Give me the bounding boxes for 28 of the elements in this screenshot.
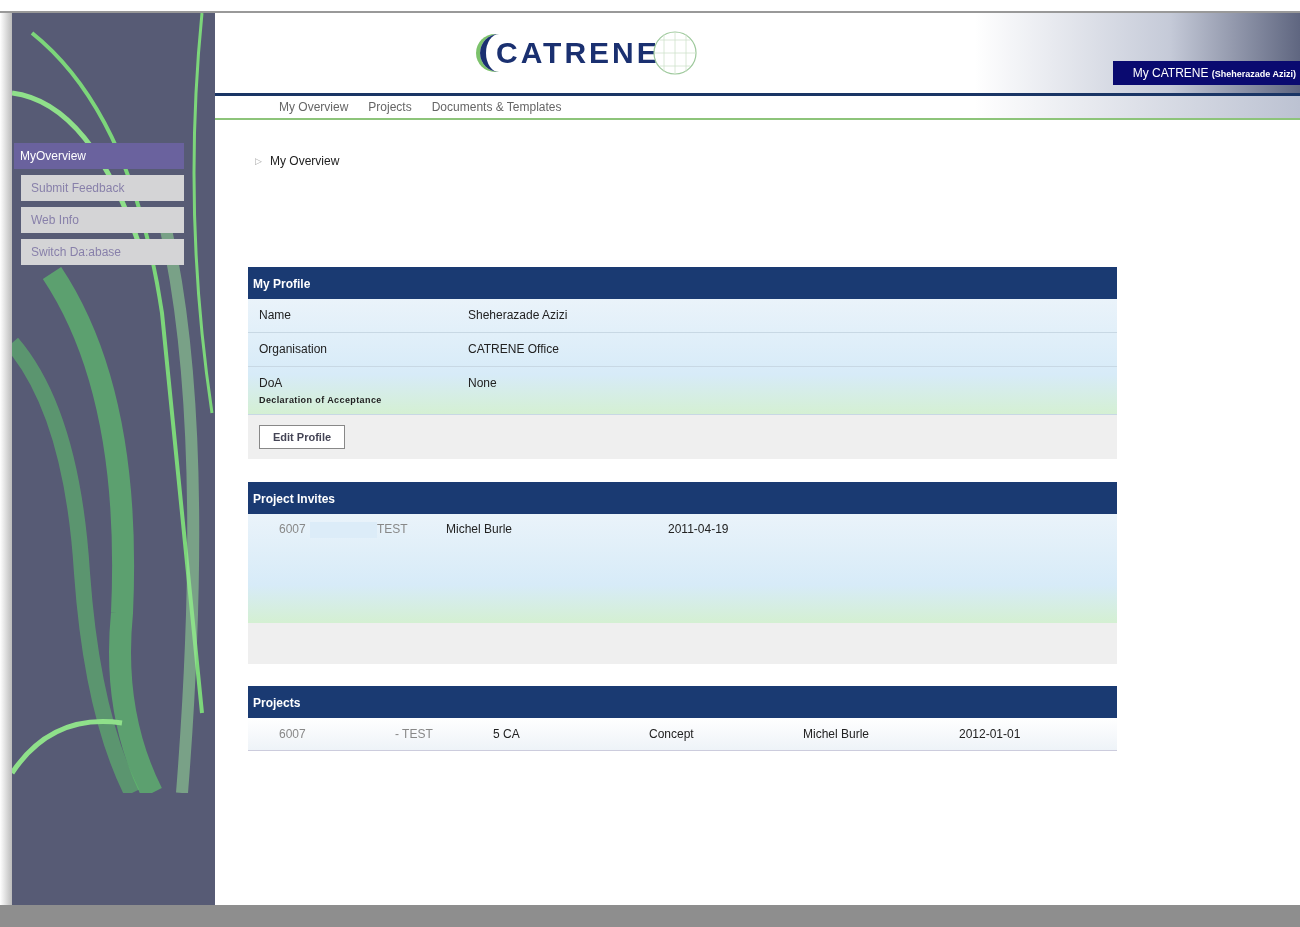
nav-link[interactable]: My Overview (279, 100, 349, 114)
edit-profile-button[interactable]: Edit Profile (259, 425, 346, 449)
table-cell-text: 2012-01-01 (959, 727, 1022, 741)
table-cell-text: TEST (377, 522, 409, 538)
panel-title: My Profile (248, 267, 1117, 299)
table-cell-text: Michel Burle (446, 522, 514, 538)
field-value: CATRENE Office (468, 342, 560, 357)
triangle-icon: ▷ (255, 156, 262, 166)
table-cell-text: - TEST (395, 727, 434, 741)
table-cell-text: 5 CA (493, 727, 521, 741)
sidebar-title: MyOverview (14, 143, 184, 169)
field-value: None (468, 376, 498, 392)
user-badge[interactable]: My CATRENE (Sheherazade Azizi) (1112, 61, 1300, 85)
nav-link[interactable]: Documents & Templates (431, 100, 562, 114)
breadcrumb[interactable]: My Overview (270, 154, 340, 168)
field-label: Organisation (259, 342, 329, 356)
table-cell-text: 2011-04-19 (668, 522, 730, 538)
field-value: Sheherazade Azizi (468, 308, 569, 323)
field-label: Name (259, 308, 292, 322)
panel-title: Project Invites (248, 482, 1117, 514)
nav-link[interactable]: Projects (368, 100, 412, 114)
field-sublabel: Declaration of Acceptance (259, 395, 383, 405)
table-cell-text: 6007 (279, 727, 307, 741)
table-cell-text: Michel Burle (803, 727, 871, 741)
field-label: DoA (259, 376, 284, 390)
table-cell-text: Concept (649, 727, 695, 741)
table-cell-text: 6007 (279, 522, 307, 538)
panel-title: Projects (248, 686, 1117, 718)
